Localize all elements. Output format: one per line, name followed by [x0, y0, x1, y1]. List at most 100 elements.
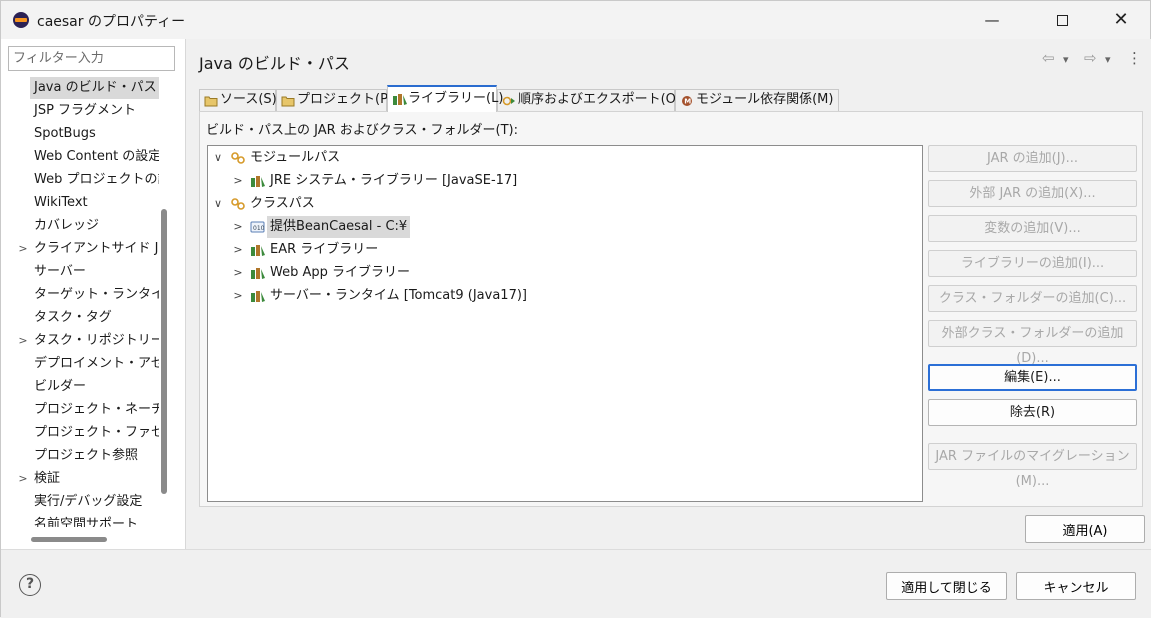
- action-button-3[interactable]: ライブラリーの追加(I)...: [928, 250, 1137, 277]
- module-path-icon: [230, 151, 246, 165]
- maximize-button[interactable]: [1039, 1, 1085, 39]
- expand-chevron-icon[interactable]: >: [232, 170, 244, 192]
- forward-arrow-icon[interactable]: ⇨: [1084, 49, 1097, 67]
- nav-item[interactable]: カバレッジ: [1, 215, 159, 237]
- action-button-0[interactable]: JAR の追加(J)...: [928, 145, 1137, 172]
- tab-1[interactable]: プロジェクト(P): [276, 89, 393, 111]
- tab-2[interactable]: ライブラリー(L): [387, 85, 503, 112]
- expand-chevron-icon[interactable]: >: [232, 216, 244, 238]
- nav-item[interactable]: 実行/デバッグ設定: [1, 491, 159, 513]
- tab-4[interactable]: M モジュール依存関係(M): [675, 89, 839, 111]
- nav-item[interactable]: Web Content の設定: [1, 146, 159, 168]
- action-button-7[interactable]: 除去(R): [928, 399, 1137, 426]
- nav-item-label: SpotBugs: [34, 126, 96, 141]
- expand-chevron-icon[interactable]: >: [17, 468, 29, 490]
- action-button-6[interactable]: 編集(E)...: [928, 364, 1137, 391]
- expand-chevron-icon[interactable]: >: [17, 330, 29, 352]
- apply-and-close-button[interactable]: 適用して閉じる: [886, 572, 1007, 600]
- tree-row-label: サーバー・ランタイム [Tomcat9 (Java17)]: [270, 288, 527, 303]
- dialog-footer: ? 適用して閉じる キャンセル: [1, 549, 1151, 618]
- nav-item[interactable]: ビルダー: [1, 376, 159, 398]
- action-button-4[interactable]: クラス・フォルダーの追加(C)...: [928, 285, 1137, 312]
- nav-item[interactable]: プロジェクト・ネーチャー: [1, 399, 159, 421]
- project-icon: [281, 94, 295, 107]
- expand-chevron-icon[interactable]: >: [17, 238, 29, 260]
- nav-item[interactable]: > 検証: [1, 468, 159, 490]
- nav-item-label: ビルダー: [34, 379, 87, 394]
- nav-item[interactable]: > クライアントサイド JavaScript: [1, 238, 159, 260]
- nav-item-label: JSP フラグメント: [34, 103, 137, 118]
- category-tree: Java のビルド・パス JSP フラグメント SpotBugs Web Conten…: [1, 77, 159, 527]
- back-dropdown-icon[interactable]: ▾: [1063, 53, 1069, 66]
- library-icon: [250, 266, 266, 280]
- build-path-tree[interactable]: ∨ モジュールパス > JRE システム・ライブラリー [JavaSE-17] ∨ クラス…: [207, 145, 923, 502]
- nav-item-label: タスク・タグ: [34, 310, 112, 325]
- tree-row-label: 提供BeanCaesal - C:¥: [267, 216, 411, 238]
- nav-item-label: タスク・リポジトリー: [34, 333, 159, 348]
- nav-item-label: Java のビルド・パス: [30, 77, 159, 99]
- property-page: Java のビルド・パス ⇦ ▾ ⇨ ▾ ⋮ ソース(S) プロジェクト(P) ライ…: [187, 39, 1151, 549]
- apply-button[interactable]: 適用(A): [1025, 515, 1145, 543]
- nav-item[interactable]: SpotBugs: [1, 123, 159, 145]
- nav-item-label: クライアントサイド JavaScript: [34, 241, 159, 256]
- minimize-button[interactable]: —: [969, 1, 1015, 39]
- expand-chevron-icon[interactable]: >: [232, 239, 244, 261]
- svg-text:010: 010: [253, 225, 265, 232]
- action-button-8[interactable]: JAR ファイルのマイグレーション(M)...: [928, 443, 1137, 489]
- library-icon: [392, 91, 407, 105]
- filter-input[interactable]: [8, 46, 175, 71]
- view-menu-icon[interactable]: ⋮: [1127, 49, 1142, 67]
- expand-chevron-icon[interactable]: >: [232, 262, 244, 284]
- nav-item[interactable]: ターゲット・ランタイム: [1, 284, 159, 306]
- tree-row-label: モジュールパス: [250, 150, 341, 165]
- nav-item[interactable]: サーバー: [1, 261, 159, 283]
- nav-item-label: WikiText: [34, 195, 88, 210]
- nav-item-label: サーバー: [34, 264, 86, 279]
- window-title: caesar のプロパティー: [37, 14, 186, 30]
- nav-item[interactable]: デプロイメント・アセンブリー: [1, 353, 159, 375]
- nav-item-label: プロジェクト・ネーチャー: [34, 402, 159, 417]
- close-button[interactable]: ✕: [1098, 1, 1144, 39]
- tree-row-label: JRE システム・ライブラリー [JavaSE-17]: [270, 173, 518, 188]
- nav-item[interactable]: JSP フラグメント: [1, 100, 159, 122]
- action-button-5[interactable]: 外部クラス・フォルダーの追加(D)...: [928, 320, 1137, 366]
- collapse-chevron-icon[interactable]: ∨: [212, 193, 224, 215]
- back-arrow-icon[interactable]: ⇦: [1042, 49, 1055, 67]
- vertical-scrollbar[interactable]: [161, 209, 167, 494]
- nav-item[interactable]: プロジェクト・ファセット: [1, 422, 159, 444]
- expand-chevron-icon[interactable]: >: [232, 285, 244, 307]
- cancel-button[interactable]: キャンセル: [1016, 572, 1136, 600]
- help-icon[interactable]: ?: [19, 574, 41, 596]
- module-dependency-icon: M: [680, 94, 693, 106]
- nav-item[interactable]: Java のビルド・パス: [1, 77, 159, 99]
- nav-item[interactable]: > タスク・リポジトリー: [1, 330, 159, 352]
- nav-item[interactable]: 名前空間サポート: [1, 514, 159, 527]
- collapse-chevron-icon[interactable]: ∨: [212, 147, 224, 169]
- tree-row-label: EAR ライブラリー: [270, 242, 379, 257]
- nav-item[interactable]: プロジェクト参照: [1, 445, 159, 467]
- nav-item[interactable]: タスク・タグ: [1, 307, 159, 329]
- source-folder-icon: [204, 94, 218, 107]
- tab-0[interactable]: ソース(S): [199, 89, 277, 111]
- classpath-icon: [230, 197, 246, 211]
- tab-3[interactable]: 順序およびエクスポート(O): [497, 89, 681, 111]
- build-path-label: ビルド・パス上の JAR およびクラス・フォルダー(T):: [206, 123, 519, 138]
- nav-item-label: Web Content の設定: [34, 149, 159, 164]
- category-pane: Java のビルド・パス JSP フラグメント SpotBugs Web Conten…: [1, 39, 186, 549]
- forward-dropdown-icon[interactable]: ▾: [1105, 53, 1111, 66]
- horizontal-scrollbar[interactable]: [31, 537, 107, 542]
- tab-label: モジュール依存関係(M): [696, 92, 834, 107]
- tab-label: ソース(S): [220, 92, 277, 107]
- nav-item-label: 実行/デバッグ設定: [34, 494, 143, 509]
- action-button-2[interactable]: 変数の追加(V)...: [928, 215, 1137, 242]
- nav-item-label: プロジェクト・ファセット: [34, 425, 159, 440]
- action-button-1[interactable]: 外部 JAR の追加(X)...: [928, 180, 1137, 207]
- nav-item-label: 検証: [34, 471, 61, 486]
- nav-item-label: Web プロジェクトの設定: [34, 172, 159, 187]
- tree-row-label: Web App ライブラリー: [270, 265, 411, 280]
- library-icon: [250, 289, 266, 303]
- nav-item[interactable]: Web プロジェクトの設定: [1, 169, 159, 191]
- nav-item-label: プロジェクト参照: [34, 448, 139, 463]
- maximize-icon: [1056, 15, 1068, 26]
- nav-item[interactable]: WikiText: [1, 192, 159, 214]
